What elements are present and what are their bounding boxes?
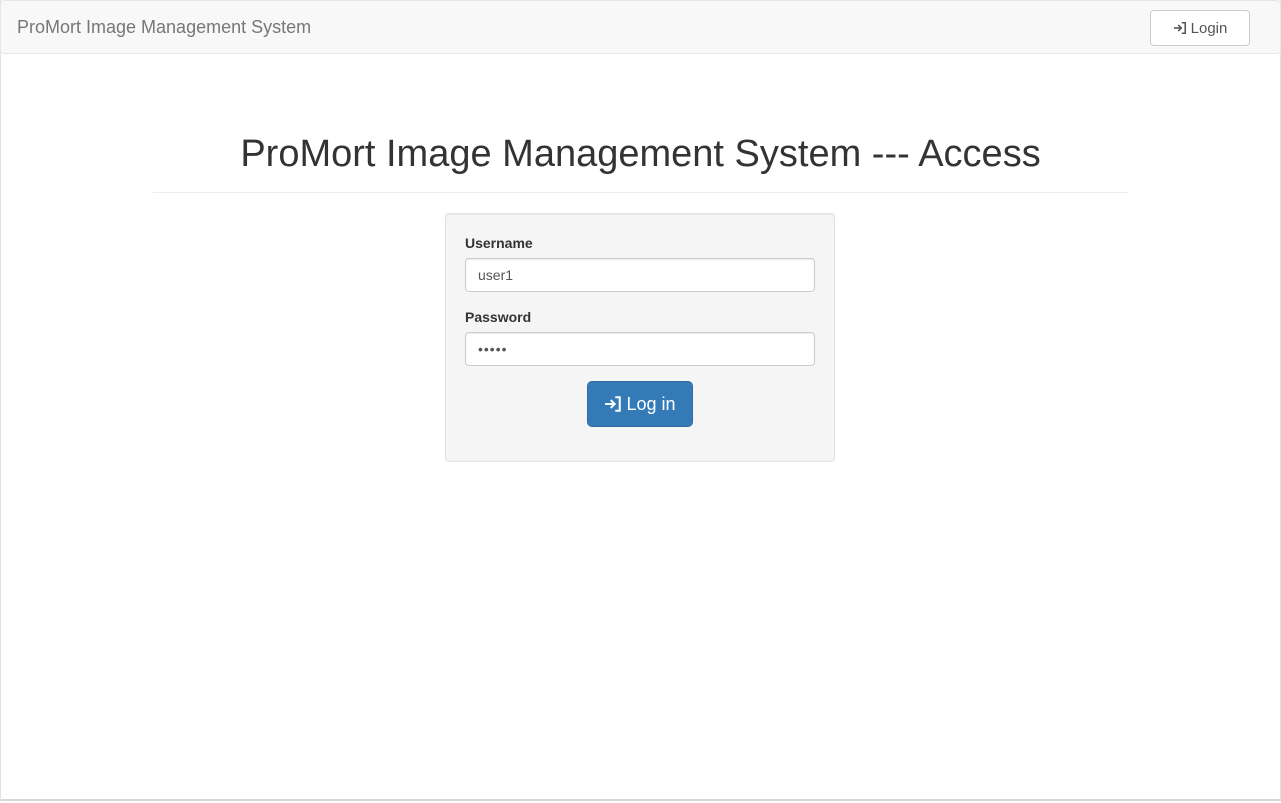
navbar-brand[interactable]: ProMort Image Management System [17, 1, 311, 53]
page-title: ProMort Image Management System --- Acce… [240, 133, 1041, 175]
navbar-login-button[interactable]: Login [1150, 10, 1250, 46]
log-in-icon [1173, 21, 1187, 35]
password-input[interactable] [465, 332, 815, 366]
title-divider [153, 192, 1128, 193]
login-submit-label: Log in [626, 393, 676, 414]
username-label: Username [465, 235, 533, 251]
login-form-panel: Username Password Log in [445, 213, 835, 462]
navbar-login-label: Login [1190, 19, 1228, 37]
login-submit-button[interactable]: Log in [587, 381, 693, 427]
password-label: Password [465, 309, 532, 325]
username-input[interactable] [465, 258, 815, 292]
navbar: ProMort Image Management System Login [0, 0, 1281, 54]
log-in-icon [604, 395, 622, 413]
